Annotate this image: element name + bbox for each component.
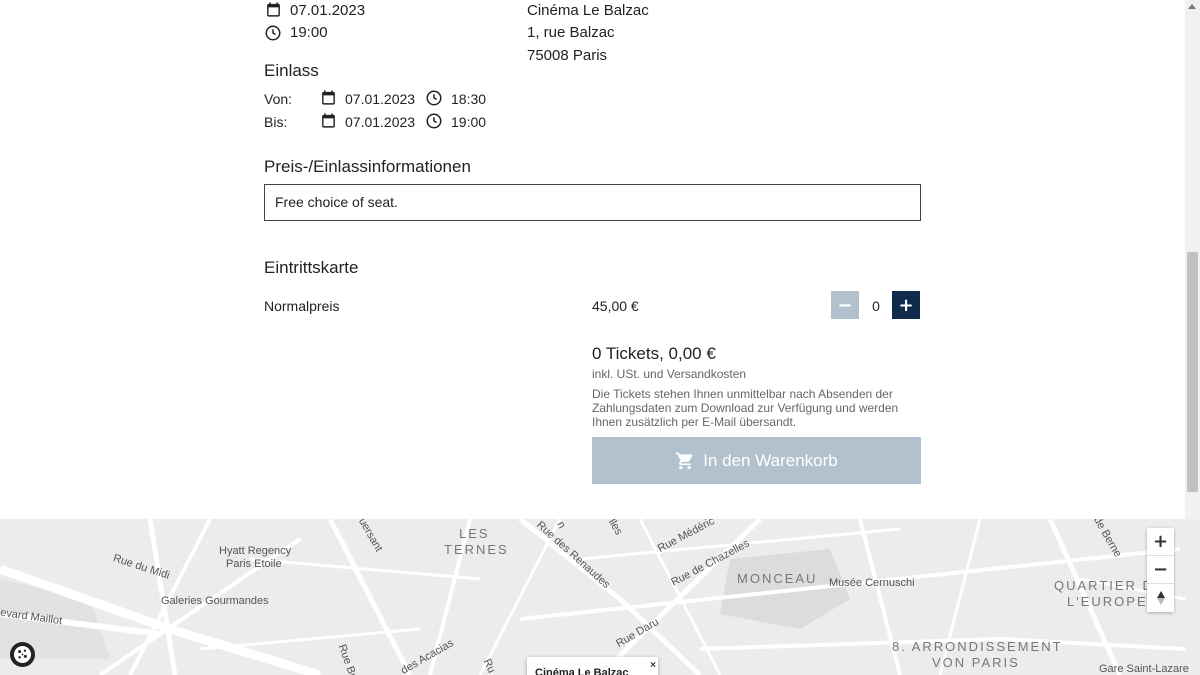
admission-from-date: 07.01.2023 — [345, 91, 416, 107]
calendar-icon — [320, 89, 337, 106]
admission-to-time: 19:00 — [451, 114, 487, 130]
map-label: Gare Saint-Lazare — [1099, 663, 1189, 675]
close-icon[interactable]: × — [650, 660, 656, 671]
calendar-icon — [265, 1, 282, 18]
compass-icon — [1155, 590, 1167, 606]
admission-to-label: Bis: — [264, 114, 288, 130]
map-district: MONCEAU — [737, 571, 818, 586]
price-info-heading: Preis-/Einlassinformationen — [264, 157, 471, 176]
ticket-name: Normalpreis — [264, 298, 340, 314]
map-district: 8. ARRONDISSEMENT — [892, 639, 1063, 654]
map-zoom-control: + − — [1147, 528, 1174, 612]
venue-street: 1, rue Balzac — [527, 24, 615, 41]
ticket-section-heading: Eintrittskarte — [264, 258, 359, 277]
calendar-icon — [320, 112, 337, 129]
venue-city: 75008 Paris — [527, 47, 608, 64]
admission-from-label: Von: — [264, 91, 293, 107]
map-label: Galeries Gourmandes — [161, 595, 269, 607]
venue-name: Cinéma Le Balzac — [527, 2, 649, 19]
map-popup: Cinéma Le Balzac × — [527, 657, 658, 675]
map-label: Hyatt Regency — [219, 545, 292, 557]
zoom-in-button[interactable]: + — [1147, 528, 1174, 556]
clock-icon — [264, 24, 282, 42]
ticket-price: 45,00 € — [592, 298, 639, 314]
price-info-text: Free choice of seat. — [275, 194, 398, 210]
admission-from-time: 18:30 — [451, 91, 487, 107]
admission-heading: Einlass — [264, 61, 319, 80]
cookie-settings-button[interactable] — [10, 642, 35, 667]
price-info-box: Free choice of seat. — [264, 184, 921, 221]
add-to-cart-label: In den Warenkorb — [703, 450, 838, 470]
clock-icon — [425, 89, 443, 107]
map-district: TERNES — [444, 542, 509, 557]
cart-icon — [675, 451, 695, 471]
order-total: 0 Tickets, 0,00 € — [592, 344, 716, 363]
admission-to-date: 07.01.2023 — [345, 114, 416, 130]
reset-north-button[interactable] — [1147, 584, 1174, 612]
increase-quantity-button[interactable]: + — [892, 291, 920, 319]
map-district: VON PARIS — [932, 655, 1020, 670]
ticket-quantity: 0 — [872, 298, 880, 314]
map-popup-title: Cinéma Le Balzac — [535, 667, 629, 675]
map-label: Paris Etoile — [226, 558, 282, 570]
cookie-icon — [13, 645, 32, 664]
map-district: L'EUROPE — [1067, 594, 1148, 609]
tax-note: inkl. USt. und Versandkosten — [592, 367, 747, 381]
venue-map[interactable]: Hyatt Regency Paris Etoile Rue du Midi G… — [0, 519, 1200, 675]
clock-icon — [425, 112, 443, 130]
scrollbar-thumb[interactable] — [1187, 252, 1198, 492]
event-time: 19:00 — [290, 24, 328, 41]
event-date: 07.01.2023 — [290, 2, 366, 19]
scroll-up-icon[interactable] — [1188, 4, 1196, 9]
delivery-note: Die Tickets stehen Ihnen unmittelbar nac… — [592, 387, 899, 429]
map-label: Musée Cernuschi — [829, 577, 915, 589]
map-district: LES — [459, 526, 490, 541]
map-district: QUARTIER D — [1054, 578, 1154, 593]
decrease-quantity-button[interactable]: − — [831, 291, 859, 319]
add-to-cart-button[interactable]: In den Warenkorb — [592, 437, 921, 484]
zoom-out-button[interactable]: − — [1147, 556, 1174, 584]
